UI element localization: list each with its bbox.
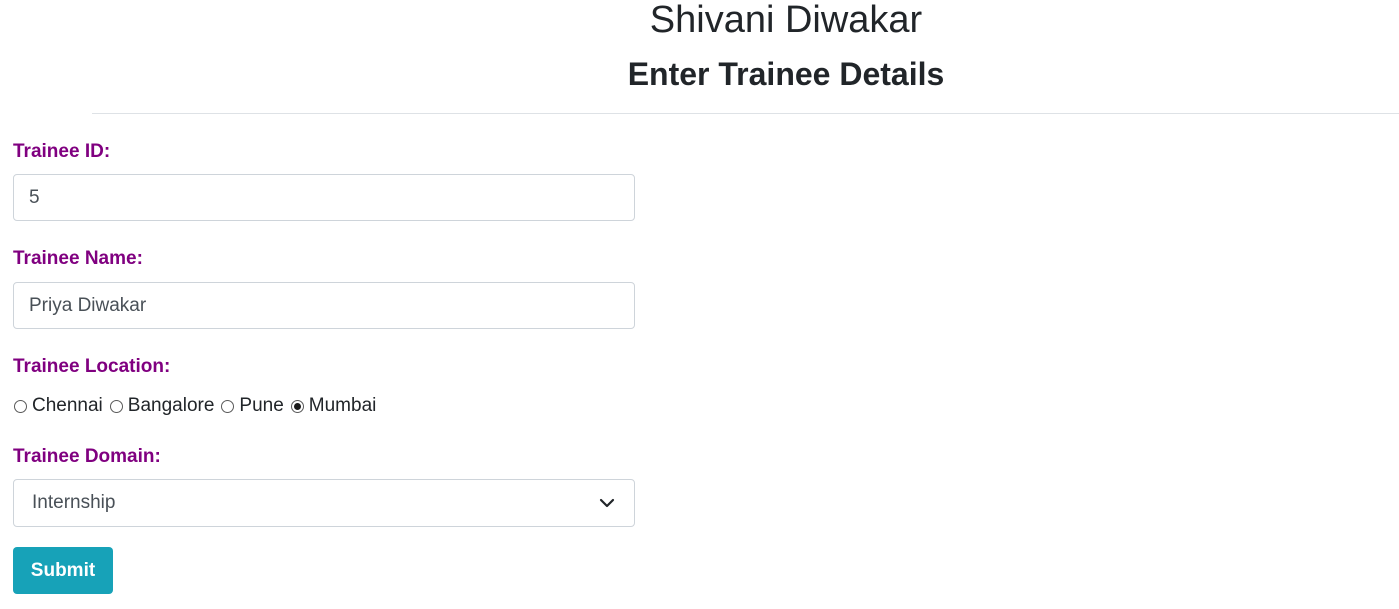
location-option-pune[interactable]: Pune: [220, 395, 289, 417]
chevron-down-icon: [598, 494, 616, 512]
header-divider: [92, 113, 1399, 114]
submit-button[interactable]: Submit: [13, 547, 113, 594]
radio-button-mumbai[interactable]: [290, 399, 304, 413]
radio-button-pune[interactable]: [221, 399, 235, 413]
page-header: Shivani Diwakar Enter Trainee Details: [0, 0, 1399, 114]
radio-label-pune: Pune: [239, 395, 284, 416]
location-option-mumbai[interactable]: Mumbai: [290, 395, 383, 417]
radio-button-chennai[interactable]: [14, 399, 27, 413]
trainee-location-label: Trainee Location:: [13, 356, 171, 377]
location-option-bangalore[interactable]: Bangalore: [109, 395, 221, 417]
form-heading: Enter Trainee Details: [627, 56, 945, 92]
trainee-location-radio-group: Chennai Bangalore Pune Mumbai: [13, 393, 382, 419]
app-title: Shivani Diwakar: [649, 0, 923, 41]
trainee-id-label: Trainee ID:: [13, 141, 111, 162]
trainee-name-label: Trainee Name:: [13, 248, 143, 269]
trainee-domain-select[interactable]: Internship: [13, 479, 635, 527]
trainee-domain-label: Trainee Domain:: [13, 446, 161, 467]
radio-label-bangalore: Bangalore: [127, 395, 215, 416]
location-option-chennai[interactable]: Chennai: [13, 395, 109, 417]
trainee-domain-selected-value: Internship: [32, 492, 116, 513]
radio-button-bangalore[interactable]: [109, 399, 123, 413]
radio-label-chennai: Chennai: [32, 395, 103, 416]
trainee-id-input[interactable]: [13, 174, 635, 221]
trainee-name-input[interactable]: [13, 282, 635, 329]
radio-label-mumbai: Mumbai: [308, 395, 377, 416]
